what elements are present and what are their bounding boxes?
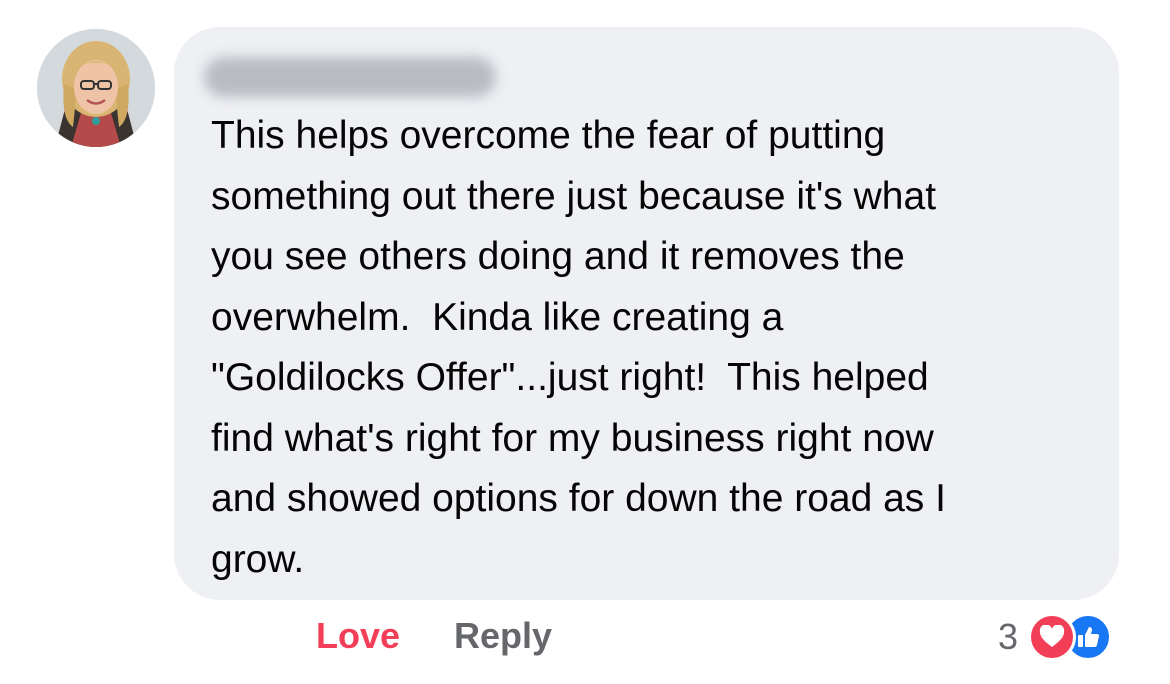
comment-bubble: This helps overcome the fear of putting … <box>174 27 1119 600</box>
comment-text: This helps overcome the fear of putting … <box>211 114 946 581</box>
reaction-summary[interactable]: 3 <box>998 613 1113 661</box>
love-button[interactable]: Love <box>316 615 400 657</box>
avatar[interactable] <box>37 29 155 147</box>
reaction-count: 3 <box>998 616 1019 657</box>
author-name-blurred[interactable] <box>204 57 496 97</box>
love-icon <box>1028 613 1077 661</box>
comment-actions: Love Reply <box>316 615 552 657</box>
avatar-photo <box>37 29 155 147</box>
reply-button[interactable]: Reply <box>454 615 552 657</box>
